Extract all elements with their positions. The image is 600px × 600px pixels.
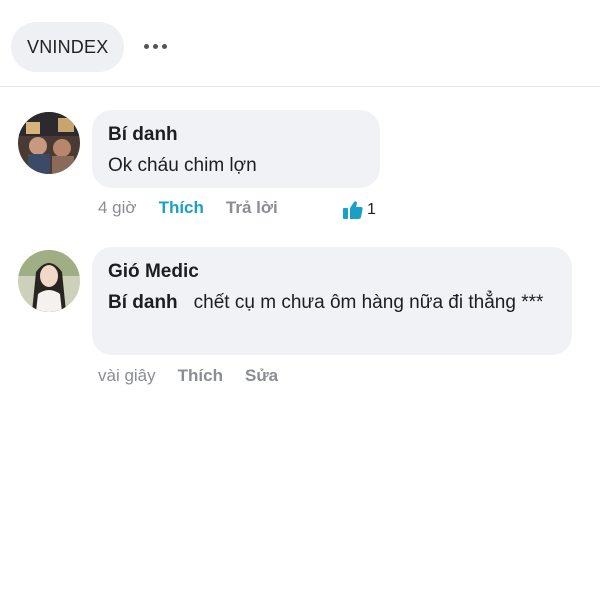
divider bbox=[0, 86, 600, 87]
like-count-value: 1 bbox=[367, 201, 376, 218]
comment-bubble: Bí danh Ok cháu chim lợn bbox=[92, 110, 380, 188]
comment-text-body: chết cụ m chưa ôm hàng nữa đi thẳng *** bbox=[193, 292, 544, 313]
avatar[interactable] bbox=[18, 112, 80, 174]
like-button[interactable]: Thích bbox=[159, 198, 204, 218]
comment-author[interactable]: Bí danh bbox=[108, 122, 364, 148]
reply-button[interactable]: Trả lời bbox=[226, 198, 278, 218]
vnindex-chip[interactable]: VNINDEX bbox=[11, 22, 125, 72]
comment-time: 4 giờ bbox=[98, 198, 137, 217]
comment-actions: 4 giờ Thích Trả lời bbox=[98, 198, 300, 218]
like-count[interactable]: 1 bbox=[342, 200, 376, 220]
thumbs-up-icon bbox=[343, 201, 363, 219]
mention-tag[interactable]: Bí danh bbox=[108, 292, 178, 313]
more-horizontal-icon[interactable] bbox=[138, 35, 172, 57]
like-button[interactable]: Thích bbox=[178, 366, 223, 386]
avatar[interactable] bbox=[18, 250, 80, 312]
edit-button[interactable]: Sửa bbox=[245, 366, 278, 386]
comment-actions: vài giây Thích Sửa bbox=[98, 366, 300, 386]
comment-text: Bí danh chết cụ m chưa ôm hàng nữa đi thẳ… bbox=[108, 289, 556, 317]
comment-text: Ok cháu chim lợn bbox=[108, 155, 257, 176]
comment-author[interactable]: Gió Medic bbox=[108, 259, 556, 285]
top-bar: VNINDEX bbox=[0, 0, 600, 86]
comment-time: vài giây bbox=[98, 366, 156, 385]
comment-bubble: Gió Medic Bí danh chết cụ m chưa ôm hàng … bbox=[92, 247, 572, 355]
